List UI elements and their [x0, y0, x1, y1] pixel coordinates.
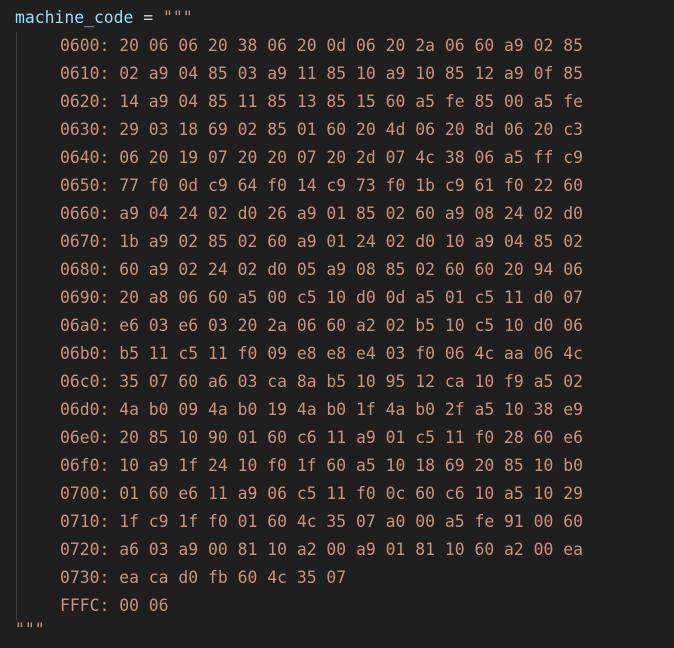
hex-line: 0620: 14 a9 04 85 11 85 13 85 15 60 a5 f… — [60, 92, 584, 111]
hex-line: 0720: a6 03 a9 00 81 10 a2 00 a9 01 81 1… — [60, 540, 584, 559]
hex-line: 0680: 60 a9 02 24 02 d0 05 a9 08 85 02 6… — [60, 260, 584, 279]
code-editor[interactable]: machine_code = """ 0600: 20 06 06 20 38 … — [0, 0, 674, 646]
hex-line: 0640: 06 20 19 07 20 20 07 20 2d 07 4c 3… — [60, 148, 584, 167]
close-triple-quote: """ — [15, 620, 45, 639]
hex-line: 06a0: e6 03 e6 03 20 2a 06 60 a2 02 b5 1… — [60, 316, 584, 335]
hex-line: 0730: ea ca d0 fb 60 4c 35 07 — [60, 568, 347, 587]
assignment-operator: = — [143, 8, 154, 27]
hex-line: 0710: 1f c9 1f f0 01 60 4c 35 07 a0 00 a… — [60, 512, 584, 531]
open-triple-quote: """ — [163, 8, 193, 27]
hex-line: 0660: a9 04 24 02 d0 26 a9 01 85 02 60 a… — [60, 204, 584, 223]
hex-line: 0600: 20 06 06 20 38 06 20 0d 06 20 2a 0… — [60, 36, 584, 55]
hex-line: 06b0: b5 11 c5 11 f0 09 e8 e8 e4 03 f0 0… — [60, 344, 584, 363]
assignment-line: machine_code = """ — [15, 4, 193, 32]
hex-line: 0630: 29 03 18 69 02 85 01 60 20 4d 06 2… — [60, 120, 584, 139]
hex-line: 0670: 1b a9 02 85 02 60 a9 01 24 02 d0 1… — [60, 232, 584, 251]
hex-line: 0700: 01 60 e6 11 a9 06 c5 11 f0 0c 60 c… — [60, 484, 584, 503]
hex-line: FFFC: 00 06 — [60, 596, 169, 615]
hex-line: 0690: 20 a8 06 60 a5 00 c5 10 d0 0d a5 0… — [60, 288, 584, 307]
hex-line: 0650: 77 f0 0d c9 64 f0 14 c9 73 f0 1b c… — [60, 176, 584, 195]
indent-guide — [16, 32, 17, 620]
hex-line: 0610: 02 a9 04 85 03 a9 11 85 10 a9 10 8… — [60, 64, 584, 83]
hex-line: 06f0: 10 a9 1f 24 10 f0 1f 60 a5 10 18 6… — [60, 456, 584, 475]
variable-name: machine_code — [15, 8, 134, 27]
hex-line: 06e0: 20 85 10 90 01 60 c6 11 a9 01 c5 1… — [60, 428, 584, 447]
hex-dump: 0600: 20 06 06 20 38 06 20 0d 06 20 2a 0… — [60, 32, 583, 620]
hex-line: 06c0: 35 07 60 a6 03 ca 8a b5 10 95 12 c… — [60, 372, 584, 391]
hex-line: 06d0: 4a b0 09 4a b0 19 4a b0 1f 4a b0 2… — [60, 400, 584, 419]
